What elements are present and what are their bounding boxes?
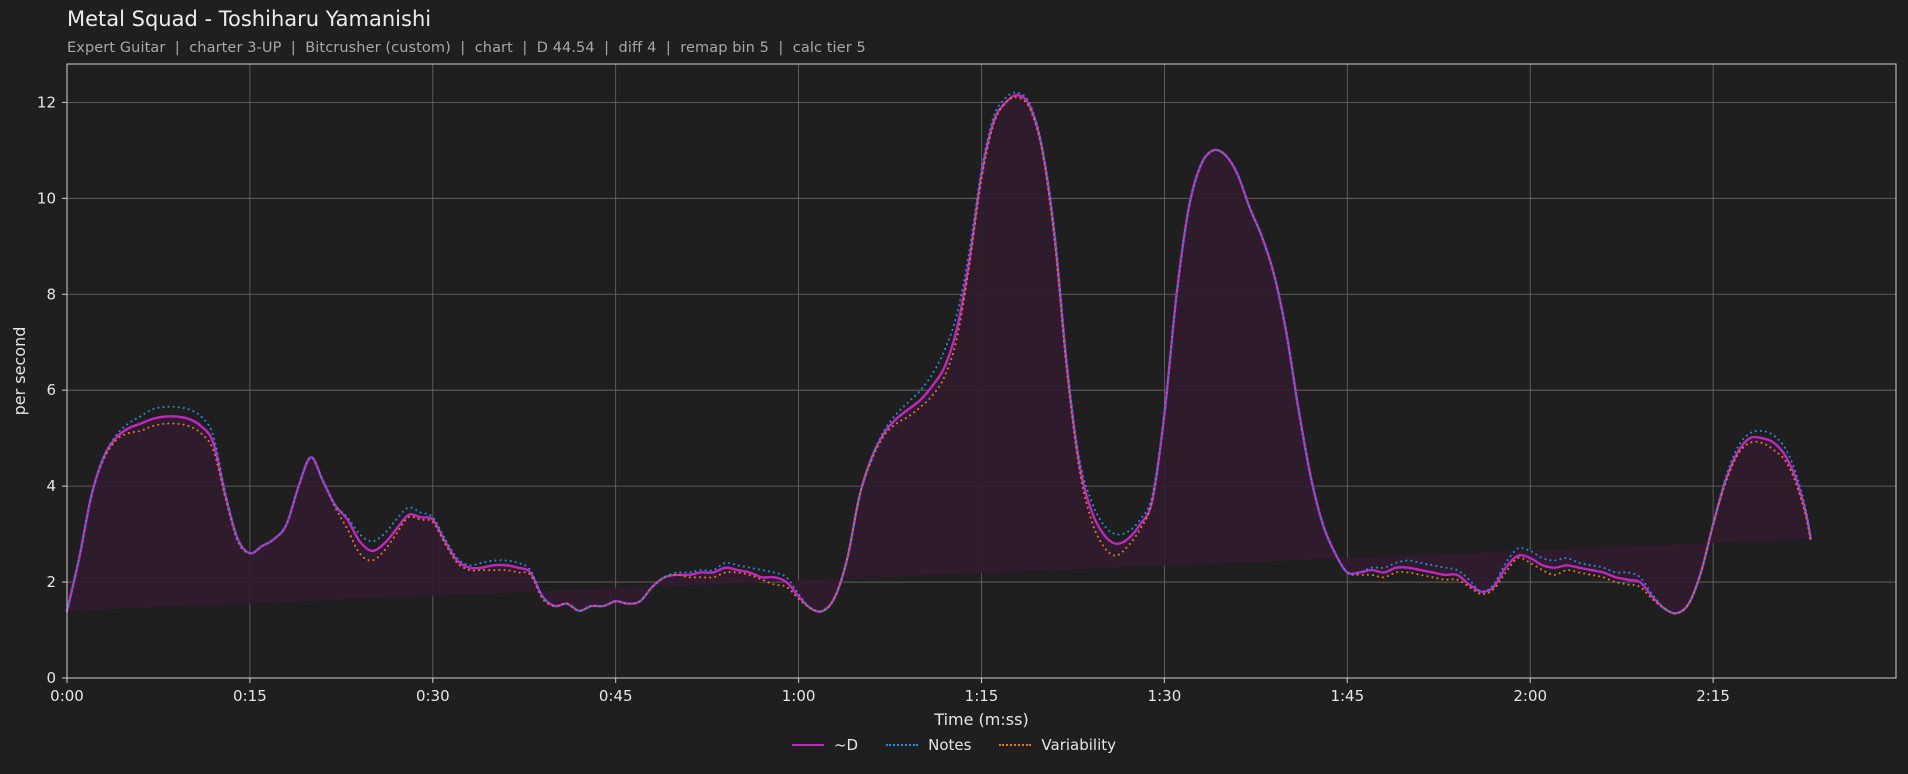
x-tick-label: 0:00: [50, 687, 84, 705]
y-tick-label: 8: [46, 285, 56, 303]
legend-item-variability: Variability: [999, 736, 1116, 754]
legend-swatch-notes: [886, 744, 919, 746]
legend-swatch-d: [791, 744, 824, 746]
y-tick-label: 6: [46, 381, 56, 399]
x-tick-label: 2:00: [1513, 687, 1547, 705]
y-tick-label: 2: [46, 573, 56, 591]
chart-canvas: 0:00 0:15 0:30 0:45 1:00 1:15 1:30 1:45 2:00 2:15…: [10, 63, 1897, 729]
y-tick-label: 10: [37, 189, 56, 207]
area-fill-d: [67, 95, 1811, 614]
x-tick-label: 1:30: [1148, 687, 1182, 705]
legend-label-d: ~D: [833, 736, 859, 754]
chart-fill-layer: [67, 95, 1811, 614]
legend-label-notes: Notes: [928, 736, 972, 754]
legend-item-d: ~D: [791, 736, 859, 754]
y-tick-label: 4: [46, 477, 56, 495]
chart-legend: ~D Notes Variability: [0, 736, 1908, 754]
x-tick-label: 0:15: [233, 687, 267, 705]
y-axis-label: per second: [10, 327, 29, 416]
x-tick-label: 1:45: [1330, 687, 1364, 705]
x-axis-label: Time (m:ss): [933, 710, 1028, 729]
legend-label-variability: Variability: [1041, 736, 1117, 754]
x-tick-label: 2:15: [1696, 687, 1730, 705]
x-tick-label: 0:30: [416, 687, 450, 705]
legend-item-notes: Notes: [886, 736, 971, 754]
x-tick-label: 0:45: [599, 687, 633, 705]
y-tick-label: 0: [46, 669, 56, 687]
chart-ticks: 0:00 0:15 0:30 0:45 1:00 1:15 1:30 1:45 2:00 2:15…: [37, 93, 1730, 705]
legend-swatch-variability: [999, 744, 1032, 746]
y-tick-label: 12: [37, 93, 56, 111]
x-tick-label: 1:15: [965, 687, 999, 705]
x-tick-label: 1:00: [782, 687, 816, 705]
